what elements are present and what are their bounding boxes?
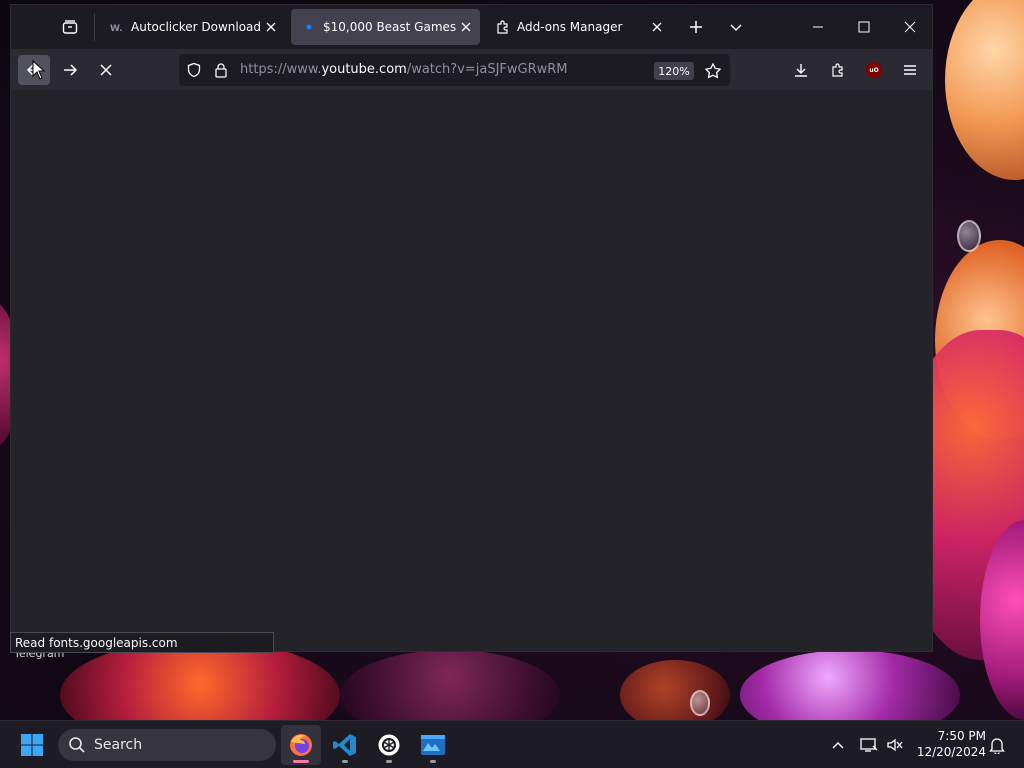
zoom-level-button[interactable]: 120% [654, 62, 694, 80]
sound-tray-button[interactable] [884, 729, 906, 761]
maximize-icon [858, 21, 870, 33]
wallpaper-bubble [957, 220, 981, 252]
browser-window: W. Autoclicker Download - V $10,000 Beas… [10, 4, 933, 652]
status-tooltip: Read fonts.googleapis.com [10, 632, 274, 653]
plus-icon [690, 21, 702, 33]
lock-icon[interactable] [213, 62, 229, 78]
chevron-up-icon [832, 742, 844, 749]
tab-separator [94, 13, 95, 41]
firefox-view-icon [62, 20, 78, 34]
maximize-button[interactable] [841, 5, 887, 49]
tab-title: Add-ons Manager [517, 20, 623, 34]
ublock-icon: uO [866, 62, 882, 78]
close-icon [904, 21, 916, 33]
youtube-favicon-icon [301, 19, 317, 35]
tab-bar: W. Autoclicker Download - V $10,000 Beas… [11, 5, 932, 49]
taskbar-app[interactable] [413, 725, 453, 765]
minimize-icon [813, 26, 823, 28]
download-icon [795, 64, 807, 77]
wallpaper-shape [945, 0, 1024, 180]
url-text[interactable]: https://www.youtube.com/watch?v=jaSJFwGR… [240, 62, 568, 77]
hamburger-menu-icon [904, 65, 916, 75]
tab-youtube[interactable]: $10,000 Beast Games in M [291, 9, 480, 45]
url-prefix: https://www. [240, 62, 322, 77]
taskbar-clock[interactable]: 7:50 PM 12/20/2024 [912, 728, 986, 760]
page-content-area[interactable] [11, 90, 932, 651]
start-button[interactable] [12, 725, 52, 765]
vscode-icon [333, 734, 356, 756]
arrow-right-icon [64, 64, 78, 76]
bell-icon [989, 738, 1005, 754]
svg-text:W.: W. [110, 24, 123, 32]
show-hidden-icons-button[interactable] [828, 729, 848, 761]
running-app-indicator [386, 760, 392, 763]
search-label: Search [94, 737, 143, 753]
speaker-muted-icon [887, 738, 903, 752]
tab-autoclicker[interactable]: W. Autoclicker Download - V [99, 9, 285, 45]
notifications-button[interactable] [986, 729, 1008, 761]
close-tab-icon[interactable] [647, 17, 667, 37]
taskbar: Search 7:50 PM 12/20/2024 [0, 720, 1024, 768]
puzzle-icon [832, 63, 843, 77]
clock-time: 7:50 PM [937, 729, 986, 743]
firefox-icon [290, 734, 312, 756]
close-tab-icon[interactable] [456, 17, 476, 37]
taskbar-vscode[interactable] [325, 725, 365, 765]
app-menu-button[interactable] [894, 55, 926, 85]
active-app-indicator [293, 760, 309, 763]
tab-addons-manager[interactable]: Add-ons Manager [485, 9, 671, 45]
app-window-icon [421, 735, 445, 755]
close-icon [100, 64, 112, 76]
minimize-button[interactable] [795, 5, 841, 49]
puzzle-icon [495, 19, 511, 35]
url-host: youtube.com [321, 62, 407, 77]
clock-date: 12/20/2024 [916, 745, 986, 759]
ublock-origin-button[interactable]: uO [858, 55, 890, 85]
stop-loading-button[interactable] [90, 55, 122, 85]
address-bar[interactable]: https://www.youtube.com/watch?v=jaSJFwGR… [179, 54, 730, 86]
running-app-indicator [342, 760, 348, 763]
list-all-tabs-button[interactable] [724, 15, 748, 39]
firefox-view-button[interactable] [58, 15, 82, 39]
navigation-toolbar: https://www.youtube.com/watch?v=jaSJFwGR… [11, 49, 932, 90]
downloads-button[interactable] [785, 55, 817, 85]
shield-icon[interactable] [186, 62, 202, 78]
mouse-cursor-icon [32, 60, 46, 80]
forward-button[interactable] [54, 55, 86, 85]
taskbar-firefox[interactable] [281, 725, 321, 765]
running-app-indicator [430, 760, 436, 763]
windows-logo-icon [21, 734, 43, 756]
close-tab-icon[interactable] [261, 17, 281, 37]
monitor-icon [860, 738, 878, 752]
wallpaper-bubble [690, 690, 710, 716]
extensions-button[interactable] [822, 55, 854, 85]
new-tab-button[interactable] [684, 15, 708, 39]
chatgpt-icon [378, 734, 400, 756]
taskbar-search-box[interactable]: Search [58, 729, 276, 761]
url-path: /watch?v=jaSJFwGRwRM [406, 62, 568, 77]
tab-title: Autoclicker Download - V [131, 20, 261, 34]
taskbar-chatgpt[interactable] [369, 725, 409, 765]
search-icon [69, 737, 85, 753]
tab-title: $10,000 Beast Games in M [323, 20, 456, 34]
close-window-button[interactable] [887, 5, 932, 49]
site-favicon-icon: W. [109, 19, 125, 35]
bookmark-star-icon[interactable] [703, 61, 723, 81]
display-tray-button[interactable] [858, 729, 880, 761]
chevron-down-icon [730, 24, 742, 32]
